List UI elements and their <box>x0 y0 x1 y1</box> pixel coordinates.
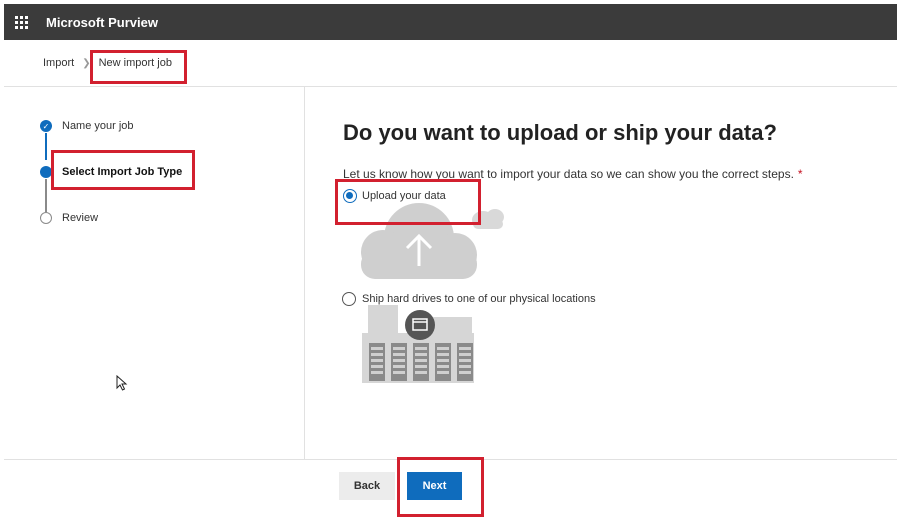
highlight-box-breadcrumb <box>90 50 187 84</box>
highlight-box-upload-option <box>335 179 481 225</box>
highlight-box-next-button <box>397 457 484 517</box>
breadcrumb-item-import[interactable]: Import <box>43 57 74 69</box>
wizard-steps-panel <box>4 87 305 459</box>
step-connector-todo <box>45 179 47 212</box>
top-bar: Microsoft Purview <box>4 4 897 40</box>
step-name-your-job[interactable]: Name your job <box>62 120 134 132</box>
checkmark-icon: ✓ <box>40 120 52 132</box>
mouse-pointer-icon <box>116 375 128 391</box>
app-launcher-icon[interactable] <box>4 4 38 40</box>
step-connector-done <box>45 133 47 160</box>
page: Microsoft Purview Import ❯ New import jo… <box>0 0 898 519</box>
ship-drives-radio[interactable] <box>342 292 356 306</box>
step-todo-indicator <box>40 212 52 224</box>
step-review: Review <box>62 212 99 224</box>
page-heading: Do you want to upload or ship your data? <box>343 120 777 145</box>
app-title[interactable]: Microsoft Purview <box>46 15 158 30</box>
back-button[interactable]: Back <box>339 472 395 500</box>
ship-drives-label[interactable]: Ship hard drives to one of our physical … <box>362 293 596 305</box>
datacenter-icon <box>362 305 474 383</box>
required-marker: * <box>797 167 803 181</box>
highlight-box-step <box>51 150 195 190</box>
